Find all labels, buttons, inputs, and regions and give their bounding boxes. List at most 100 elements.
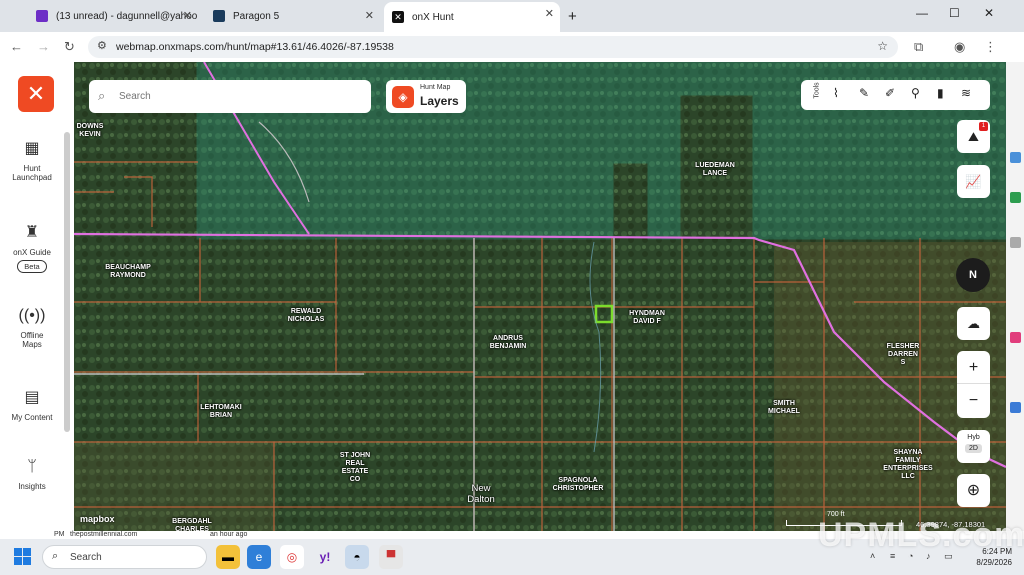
onx-app: ✕ ▦ Hunt Launchpad ♜ onX Guide Beta ((•)… [0, 62, 1024, 537]
parcel-label[interactable]: ST JOHN REAL ESTATE CO [340, 452, 370, 484]
search-input[interactable] [119, 91, 349, 102]
parcel-label[interactable]: LUEDEMAN LANCE [695, 162, 735, 178]
close-icon[interactable]: ✕ [365, 9, 374, 22]
sidebar-item-label: Insights [18, 482, 46, 491]
forward-icon[interactable]: → [37, 39, 50, 54]
maximize-icon[interactable]: ☐ [949, 6, 960, 20]
card-icon[interactable]: ▮ [937, 86, 944, 100]
wind-icon[interactable]: ≋ [961, 86, 971, 100]
layers-icon: ◈ [392, 86, 414, 108]
parcel-label[interactable]: SMITH MICHAEL [768, 400, 800, 416]
reload-icon[interactable]: ↻ [64, 39, 75, 55]
parcel-label[interactable]: HYNDMAN DAVID F [629, 310, 665, 326]
layers-subtitle: Hunt Map [420, 84, 451, 91]
tab-title: (13 unread) - dagunnell@yahoo [56, 10, 198, 22]
extensions-icon[interactable]: ⧉ [914, 39, 923, 55]
parcel-label[interactable]: DOWNS KEVIN [77, 123, 104, 139]
grid-icon: ▦ [24, 140, 40, 157]
site-info-icon[interactable]: ⚙ [97, 39, 107, 52]
tab-title: onX Hunt [412, 11, 454, 23]
view-hyb[interactable]: Hyb [957, 434, 990, 441]
windows-start-icon[interactable] [14, 548, 31, 565]
onx-logo[interactable]: ✕ [18, 76, 54, 112]
app-icon [1010, 332, 1021, 343]
tools-bar: Tools ⌇ ✎ ✐ ⚲ ▮ ≋ [801, 80, 990, 110]
window-close-icon[interactable]: ✕ [984, 6, 994, 20]
sidebar-item-insights[interactable]: ᛘ Insights [0, 458, 64, 491]
browser-tab-strip: (13 unread) - dagunnell@yahoo ✕ Paragon … [0, 0, 1024, 32]
url-field[interactable]: ⚙ webmap.onxmaps.com/hunt/map#13.61/46.4… [88, 36, 898, 58]
tab-mail[interactable]: (13 unread) - dagunnell@yahoo ✕ [28, 4, 198, 28]
new-tab-button[interactable]: + [564, 4, 584, 28]
app-icon [1010, 402, 1021, 413]
zoom-controls: + − [957, 351, 990, 418]
tab-paragon[interactable]: Paragon 5 ✕ [205, 4, 380, 28]
minimize-icon[interactable]: — [916, 6, 928, 20]
bookmark-star-icon[interactable]: ☆ [877, 39, 888, 53]
chart-button[interactable]: 📈 [957, 165, 990, 198]
weather-button[interactable]: ☁ [957, 307, 990, 340]
chrome-icon[interactable]: ◎ [280, 545, 304, 569]
locate-button[interactable]: ⊕ [957, 474, 990, 507]
sidebar-item-label: onX Guide [13, 248, 51, 257]
guide-icon: ♜ [24, 224, 40, 241]
back-icon[interactable]: ← [10, 39, 23, 54]
layers-button[interactable]: ◈ Hunt Map Layers [386, 80, 466, 113]
compass-button[interactable]: N [956, 258, 990, 292]
draw-icon[interactable]: ✐ [885, 86, 895, 100]
zoom-in-button[interactable]: + [957, 351, 990, 384]
close-icon[interactable]: ✕ [183, 9, 192, 22]
parcel-label[interactable]: BEAUCHAMP RAYMOND [105, 264, 151, 280]
location-share-icon: ⛰ [968, 129, 979, 144]
share-location-button[interactable]: ⛰ 1 [957, 120, 990, 153]
crosshair-icon: ⊕ [966, 482, 981, 499]
mapbox-logo: mapbox [80, 514, 115, 524]
taskbar-search[interactable]: ⌕ Search [42, 545, 207, 569]
folder-icon: ▤ [24, 389, 40, 406]
zoom-out-button[interactable]: − [957, 384, 990, 417]
sidebar-item-hunt-launchpad[interactable]: ▦ Hunt Launchpad [0, 138, 64, 182]
parcel-label[interactable]: SHAYNA FAMILY ENTERPRISES LLC [883, 449, 932, 481]
search-icon: ⌕ [98, 88, 106, 103]
offline-icon: ((•)) [18, 307, 46, 324]
sidebar: ✕ ▦ Hunt Launchpad ♜ onX Guide Beta ((•)… [0, 62, 74, 537]
parcel-label[interactable]: SPAGNOLA CHRISTOPHER [553, 477, 604, 493]
sidebar-item-my-content[interactable]: ▤ My Content [0, 387, 64, 422]
pen-icon[interactable]: ✎ [859, 86, 869, 100]
route-icon[interactable]: ⌇ [833, 86, 839, 100]
file-explorer-icon[interactable]: ▬ [216, 545, 240, 569]
address-bar: ← → ↻ ⚙ webmap.onxmaps.com/hunt/map#13.6… [0, 32, 1024, 62]
parcel-label[interactable]: ANDRUS BENJAMIN [490, 335, 527, 351]
sidebar-item-offline-maps[interactable]: ((•)) Offline Maps [0, 307, 64, 349]
onx-app-icon[interactable]: ◓ [345, 545, 369, 569]
beta-badge: Beta [17, 260, 47, 273]
tab-onx-hunt[interactable]: ✕ onX Hunt ✕ [384, 2, 560, 32]
background-text: thepostmillennial.com [70, 531, 138, 538]
view-toggle[interactable]: Hyb 2D [957, 430, 990, 463]
app-icon [1010, 237, 1021, 248]
sidebar-item-onx-guide[interactable]: ♜ onX Guide Beta [0, 222, 64, 273]
edge-icon[interactable]: e [247, 545, 271, 569]
tools-label: Tools [813, 82, 821, 99]
profile-icon[interactable]: ◉ [954, 39, 965, 55]
parcel-label[interactable]: FLESHER DARREN S [887, 343, 920, 367]
view-2d[interactable]: 2D [965, 444, 982, 453]
paragon-icon [213, 10, 225, 22]
background-text: an hour ago [210, 531, 248, 538]
sidebar-scrollbar[interactable] [64, 132, 70, 432]
parcel-label[interactable]: REWALD NICHOLAS [288, 308, 325, 324]
waypoint-icon[interactable]: ⚲ [911, 86, 920, 100]
map-canvas[interactable]: DOWNS KEVIN LUEDEMAN LANCE BEAUCHAMP RAY… [74, 62, 1006, 537]
taskbar-search-label: Search [70, 552, 102, 563]
parcel-label[interactable]: LEHTOMAKI BRIAN [200, 404, 241, 420]
watermark: UPMLS.com [818, 516, 1024, 554]
yahoo-icon[interactable]: y! [313, 545, 337, 569]
map-search[interactable]: ⌕ [89, 80, 371, 113]
flag-app-icon[interactable]: ▀ [379, 545, 403, 569]
menu-icon[interactable]: ⋮ [984, 39, 997, 55]
close-icon[interactable]: ✕ [545, 7, 554, 20]
deer-icon: ᛘ [27, 458, 37, 475]
sidebar-item-label: My Content [11, 413, 53, 422]
map-graphics [74, 62, 1006, 537]
tab-title: Paragon 5 [233, 10, 280, 22]
